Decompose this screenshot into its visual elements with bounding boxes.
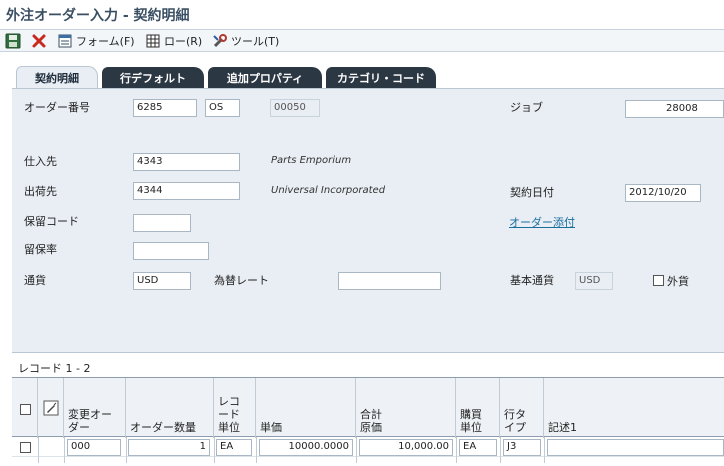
- col-line-type-label: 行タイプ: [504, 408, 526, 434]
- retainage-code-field[interactable]: [133, 214, 191, 232]
- form-icon: [57, 33, 73, 49]
- retainage-rate-field[interactable]: [133, 242, 209, 260]
- cell-unit-cost[interactable]: 10000.0000: [259, 439, 353, 456]
- grid-icon: [145, 33, 161, 49]
- select-all-checkbox[interactable]: [20, 404, 31, 415]
- cell-description[interactable]: [547, 439, 724, 456]
- foreign-currency-checkbox[interactable]: [653, 275, 664, 286]
- attachment-icon[interactable]: [43, 400, 59, 416]
- order-number-field[interactable]: 6285: [133, 99, 197, 117]
- cell-record-uom[interactable]: EA: [216, 439, 252, 456]
- order-number-label: オーダー番号: [24, 101, 90, 114]
- col-order-quantity-label: オーダー数量: [130, 421, 196, 434]
- record-count: レコード 1 - 2: [18, 362, 91, 375]
- ship-to-name: Universal Incorporated: [271, 185, 386, 196]
- tab-contract-detail[interactable]: 契約明細: [16, 66, 98, 88]
- foreign-currency-label: 外貨: [667, 275, 689, 288]
- col-order-quantity[interactable]: オーダー数量: [126, 378, 214, 438]
- currency-label: 通貨: [24, 274, 46, 287]
- col-record-uom-label: レコード単位: [218, 395, 240, 434]
- job-field[interactable]: 28008: [625, 100, 724, 118]
- cell-line-type[interactable]: J3: [503, 439, 541, 456]
- supplier-label: 仕入先: [24, 155, 57, 168]
- job-label: ジョブ: [510, 101, 543, 114]
- contract-date-field[interactable]: 2012/10/20: [625, 184, 701, 202]
- col-unit-cost-label: 単価: [260, 421, 282, 434]
- form-menu-label: フォーム(F): [76, 35, 135, 48]
- ship-to-field[interactable]: 4344: [133, 182, 240, 200]
- order-type-field[interactable]: OS: [205, 99, 240, 117]
- col-unit-cost[interactable]: 単価: [256, 378, 356, 438]
- tab-line-defaults[interactable]: 行デフォルト: [102, 67, 204, 88]
- row-menu[interactable]: ロー(R): [145, 32, 202, 50]
- cell-order-quantity[interactable]: 1: [128, 439, 210, 456]
- tools-icon: [212, 33, 228, 49]
- form-panel: オーダー番号 6285 OS 00050 ジョブ 28008 仕入先 4343 …: [12, 88, 724, 352]
- cell-change-order[interactable]: 000: [67, 439, 121, 456]
- window-title: 外注オーダー入力 - 契約明細: [6, 8, 190, 24]
- row-menu-label: ロー(R): [164, 35, 203, 48]
- cell-purchasing-uom[interactable]: EA: [459, 439, 497, 456]
- cell-extended-cost[interactable]: 10,000.00: [359, 439, 453, 456]
- save-icon: [5, 33, 21, 49]
- tools-menu[interactable]: ツール(T): [212, 32, 279, 50]
- col-line-type[interactable]: 行タイプ: [500, 378, 544, 438]
- title-bar: 外注オーダー入力 - 契約明細: [0, 0, 724, 30]
- exchange-rate-field[interactable]: [338, 272, 441, 290]
- row-select-checkbox[interactable]: [20, 442, 31, 453]
- grid-header: 変更オーダー オーダー数量 レコード単位 単価 合計原価 購買単位 行タイプ 記…: [12, 377, 724, 438]
- order-attachment-link[interactable]: オーダー添付: [509, 214, 575, 230]
- detail-grid: レコード 1 - 2 変更オーダー オーダー数量 レコード単位 単価 合計原価 …: [12, 352, 724, 466]
- form-menu[interactable]: フォーム(F): [57, 32, 135, 50]
- attachment-column: [38, 378, 64, 438]
- exchange-rate-label: 為替レート: [214, 274, 269, 287]
- close-icon: [31, 33, 47, 49]
- base-currency-label: 基本通貨: [510, 274, 554, 287]
- tab-additional-properties[interactable]: 追加プロパティ: [208, 67, 322, 88]
- col-extended-cost-label: 合計原価: [360, 408, 382, 434]
- retainage-rate-label: 留保率: [24, 243, 57, 256]
- col-extended-cost[interactable]: 合計原価: [356, 378, 456, 438]
- table-row[interactable]: 000 1 EA 10000.0000 10,000.00 EA J3: [12, 437, 724, 463]
- col-change-order[interactable]: 変更オーダー: [64, 378, 126, 438]
- tab-category-codes[interactable]: カテゴリ・コード: [326, 67, 436, 88]
- cancel-button[interactable]: [31, 32, 47, 50]
- col-description[interactable]: 記述1: [544, 378, 724, 438]
- ship-to-label: 出荷先: [24, 185, 57, 198]
- col-purchasing-uom-label: 購買単位: [460, 408, 482, 434]
- tools-menu-label: ツール(T): [231, 35, 280, 48]
- supplier-name: Parts Emporium: [271, 155, 352, 166]
- col-description-label: 記述1: [548, 421, 577, 434]
- contract-date-label: 契約日付: [510, 186, 554, 199]
- supplier-field[interactable]: 4343: [133, 153, 240, 171]
- order-company-field: 00050: [270, 99, 320, 117]
- toolbar: フォーム(F) ロー(R) ツール(T): [0, 30, 724, 52]
- save-button[interactable]: [5, 32, 21, 50]
- retainage-code-label: 保留コード: [24, 215, 79, 228]
- currency-field[interactable]: USD: [133, 272, 191, 290]
- col-change-order-label: 変更オーダー: [68, 408, 112, 434]
- select-all-column: [12, 378, 38, 438]
- tab-strip: 契約明細 行デフォルト 追加プロパティ カテゴリ・コード: [0, 62, 724, 88]
- col-purchasing-uom[interactable]: 購買単位: [456, 378, 500, 438]
- base-currency-field: USD: [575, 272, 613, 290]
- col-record-uom[interactable]: レコード単位: [214, 378, 256, 438]
